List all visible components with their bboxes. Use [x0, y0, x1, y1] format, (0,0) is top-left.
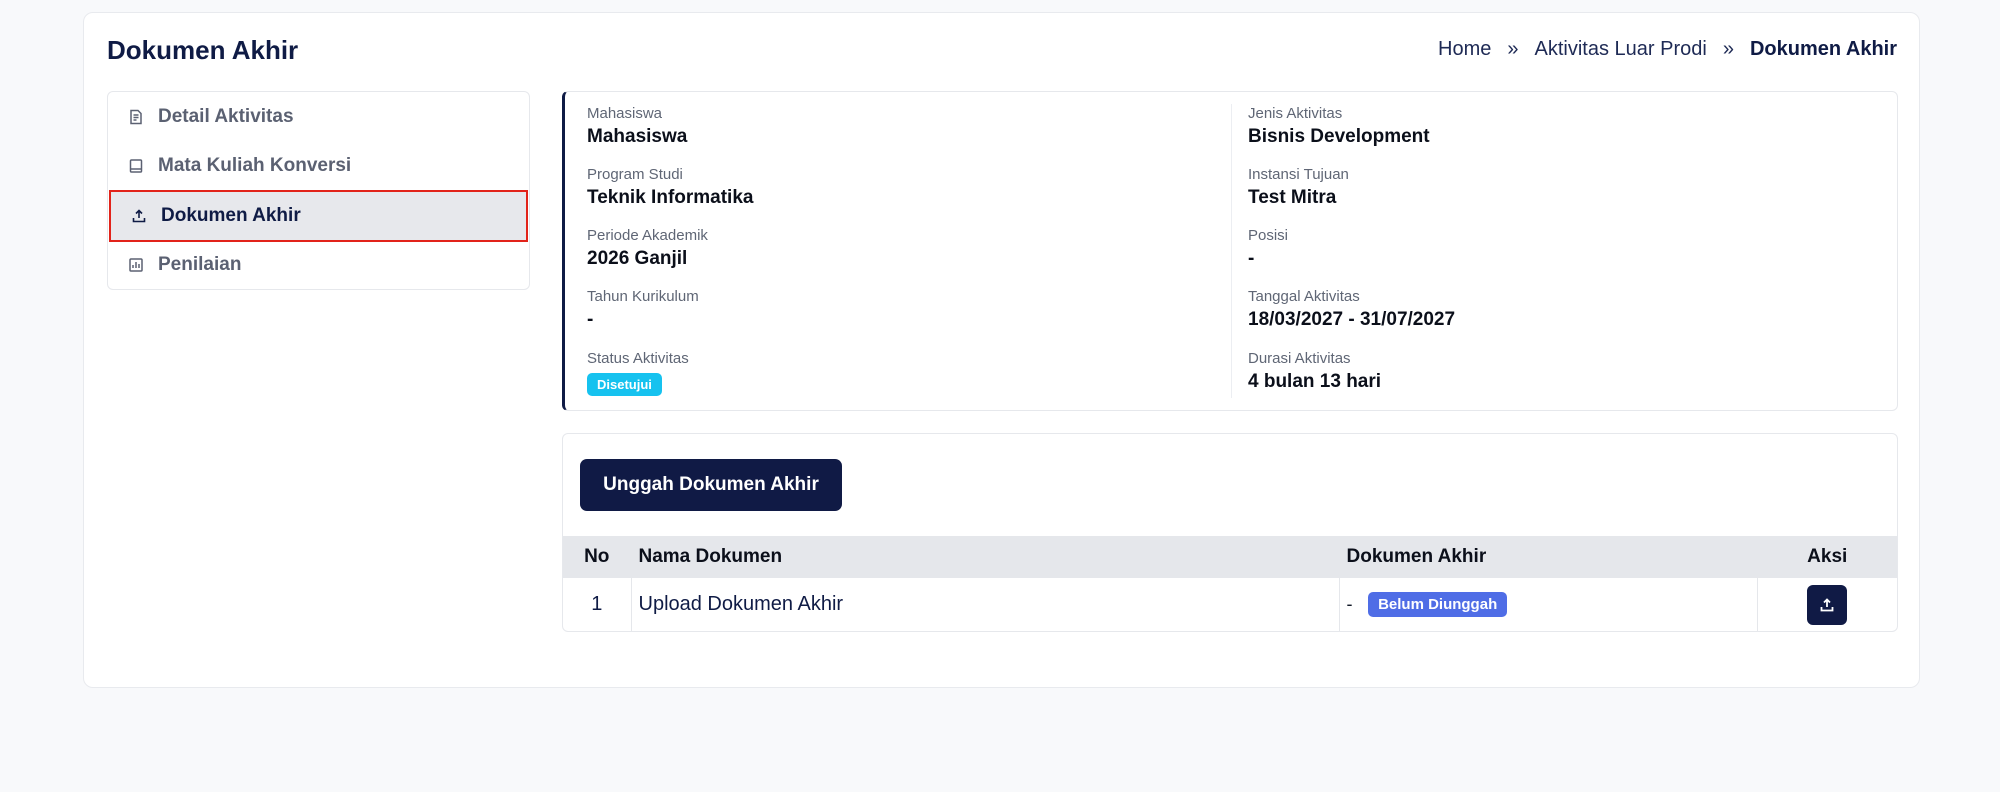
field-label: Posisi	[1248, 227, 1289, 244]
field-label: Jenis Aktivitas	[1248, 105, 1343, 122]
sidebar-item-label: Dokumen Akhir	[161, 205, 301, 226]
page-title: Dokumen Akhir	[107, 35, 299, 65]
row-upload-button[interactable]	[1807, 584, 1848, 625]
sidebar-item-mata-kuliah-konversi[interactable]: Mata Kuliah Konversi	[108, 141, 529, 191]
upload-status-badge: Belum Diunggah	[1368, 592, 1508, 618]
main-card: Dokumen Akhir Home » Aktivitas Luar Prod…	[83, 12, 1920, 688]
field-status-aktivitas: Status Aktivitas Disetujui	[587, 350, 689, 396]
field-jenis-aktivitas: Jenis Aktivitas Bisnis Development	[1248, 105, 1430, 148]
field-label: Program Studi	[587, 166, 683, 183]
field-posisi: Posisi -	[1248, 227, 1288, 270]
sidebar-item-label: Penilaian	[158, 254, 242, 275]
book-icon	[129, 159, 143, 173]
field-value: -	[1248, 248, 1255, 269]
upload-icon	[132, 209, 146, 223]
field-label: Periode Akademik	[587, 227, 708, 244]
field-value: Bisnis Development	[1248, 126, 1430, 147]
field-label: Status Aktivitas	[587, 350, 689, 367]
column-header-aksi: Aksi	[1756, 536, 1897, 578]
field-value: -	[587, 309, 594, 330]
document-name: Upload Dokumen Akhir	[630, 578, 1339, 631]
field-label: Durasi Aktivitas	[1248, 350, 1351, 367]
breadcrumb-separator-icon: »	[1507, 38, 1519, 60]
breadcrumb-aktivitas-luar-prodi[interactable]: Aktivitas Luar Prodi	[1535, 38, 1707, 61]
sidebar-item-label: Mata Kuliah Konversi	[158, 155, 352, 176]
field-label: Mahasiswa	[587, 105, 663, 122]
column-header-dokumen-akhir: Dokumen Akhir	[1338, 536, 1757, 578]
status-badge: Disetujui	[587, 373, 662, 396]
document-list-icon	[130, 109, 142, 125]
field-value: 18/03/2027 - 31/07/2027	[1248, 309, 1456, 330]
field-label: Instansi Tujuan	[1248, 166, 1349, 183]
field-value: 4 bulan 13 hari	[1248, 371, 1382, 392]
chart-icon	[129, 258, 143, 272]
sidebar-item-penilaian[interactable]: Penilaian	[108, 240, 529, 290]
upload-final-document-button[interactable]: Unggah Dokumen Akhir	[580, 459, 842, 511]
field-mahasiswa: Mahasiswa Mahasiswa	[587, 105, 687, 148]
breadcrumb-current: Dokumen Akhir	[1749, 38, 1897, 60]
sidebar-item-label: Detail Aktivitas	[158, 106, 294, 127]
activity-info-panel: Mahasiswa Mahasiswa Program Studi Teknik…	[562, 91, 1898, 411]
breadcrumb-home[interactable]: Home	[1438, 38, 1491, 61]
column-header-no: No	[584, 546, 610, 567]
column-header-nama-dokumen: Nama Dokumen	[630, 536, 1339, 578]
field-value: Teknik Informatika	[587, 187, 754, 208]
action-cell	[1756, 578, 1897, 631]
breadcrumb-separator-icon: »	[1722, 38, 1734, 60]
documents-panel: Unggah Dokumen Akhir No Nama Dokumen Dok…	[562, 433, 1898, 632]
breadcrumb: Home » Aktivitas Luar Prodi » Dokumen Ak…	[1438, 38, 1897, 61]
column-divider	[1231, 104, 1232, 398]
field-periode-akademik: Periode Akademik 2026 Ganjil	[587, 227, 708, 270]
field-program-studi: Program Studi Teknik Informatika	[587, 166, 753, 209]
table-row: 1 Upload Dokumen Akhir - Belum Diunggah	[563, 578, 1897, 631]
documents-table: No Nama Dokumen Dokumen Akhir Aksi 1 Upl…	[563, 536, 1897, 631]
field-value: 2026 Ganjil	[587, 248, 688, 269]
field-value: Test Mitra	[1248, 187, 1337, 208]
document-file: -	[1346, 594, 1353, 615]
sidebar-menu: Detail Aktivitas Mata Kuliah Konversi Do…	[107, 91, 530, 290]
field-tanggal-aktivitas: Tanggal Aktivitas 18/03/2027 - 31/07/202…	[1248, 288, 1455, 331]
document-file-cell: - Belum Diunggah	[1338, 578, 1757, 631]
sidebar-item-detail-aktivitas[interactable]: Detail Aktivitas	[108, 92, 529, 142]
field-label: Tahun Kurikulum	[587, 288, 699, 305]
field-value: Mahasiswa	[587, 126, 688, 147]
field-tahun-kurikulum: Tahun Kurikulum -	[587, 288, 699, 331]
field-instansi-tujuan: Instansi Tujuan Test Mitra	[1248, 166, 1349, 209]
field-durasi-aktivitas: Durasi Aktivitas 4 bulan 13 hari	[1248, 350, 1381, 393]
sidebar-item-dokumen-akhir[interactable]: Dokumen Akhir	[109, 190, 528, 242]
table-header-row: No Nama Dokumen Dokumen Akhir Aksi	[563, 536, 1897, 578]
row-number: 1	[563, 578, 631, 631]
upload-icon	[1820, 597, 1834, 612]
field-label: Tanggal Aktivitas	[1248, 288, 1360, 305]
